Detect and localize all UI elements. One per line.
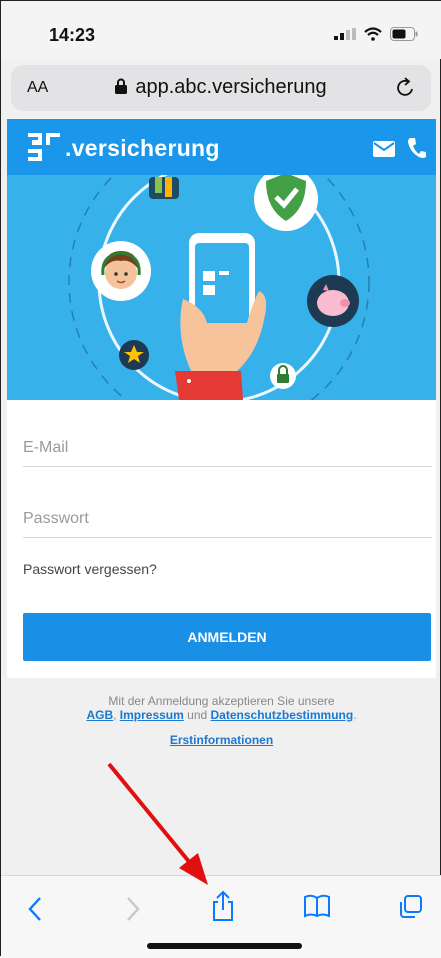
annotation-arrow <box>107 762 208 885</box>
